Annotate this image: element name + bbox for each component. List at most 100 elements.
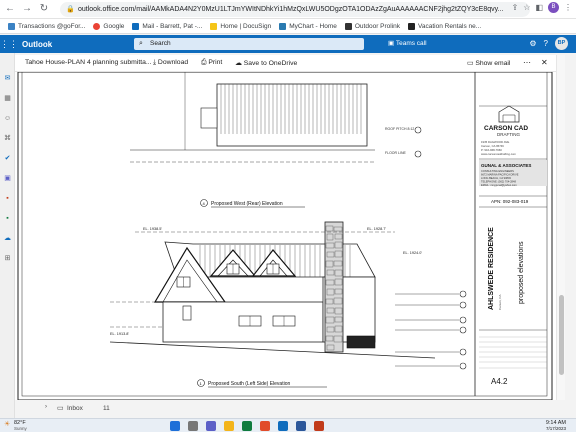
windows-start-icon[interactable]	[170, 421, 180, 431]
engineer-name: GUNAL & ASSOCIATES	[481, 163, 531, 168]
search-input[interactable]: ⌕ Search	[134, 38, 364, 50]
lock-icon: 🔒	[66, 6, 75, 13]
sheet-number: A4.2	[491, 377, 508, 386]
left-rail: ✉ ▦ ☺ ⌘ ✔ ▣ ▪ ▪ ☁ ⊞	[0, 53, 15, 432]
help-icon[interactable]: ?	[544, 39, 548, 48]
svg-text:FLOOR LINE: FLOOR LINE	[385, 151, 406, 155]
share-icon[interactable]: ⇪	[512, 3, 519, 12]
avatar[interactable]: BP	[555, 37, 568, 50]
elevation-mid: EL. 1924.0'	[403, 251, 422, 255]
bookmarks-bar: Transactions @goFor... Google Mail - Bar…	[0, 19, 576, 34]
chevron-right-icon[interactable]: ›	[45, 404, 47, 410]
bookmark-item[interactable]: MyChart - Home	[279, 22, 337, 30]
vacation-icon	[408, 22, 416, 30]
browser-toolbar: ← → ↻ 🔒 outlook.office.com/mail/AAMkADA4…	[0, 0, 576, 19]
show-email-button[interactable]: ▭ Show email	[467, 59, 510, 67]
extensions-icon[interactable]: ◧	[535, 3, 543, 12]
reload-icon[interactable]: ↻	[37, 2, 51, 16]
document-scrollbar[interactable]	[556, 55, 565, 400]
weather-desc: Sunny	[14, 426, 27, 431]
save-onedrive-button[interactable]: ☁ Save to OneDrive	[235, 59, 297, 67]
app-launcher-icon[interactable]: ⋮⋮	[0, 39, 18, 50]
architectural-drawing: ROOF PITCH 8:12 FLOOR LINE 4 Proposed We…	[17, 72, 553, 400]
todo-icon[interactable]: ✔	[4, 155, 11, 162]
search-taskbar-icon[interactable]	[188, 421, 198, 431]
windows-taskbar: ☀ 82°F Sunny 9:14 AM 7/17/2023	[0, 418, 576, 432]
clock-date: 7/17/2023	[545, 426, 566, 431]
project-name: AHLSWEDE RESIDENCE	[488, 227, 495, 310]
excel-taskbar-icon[interactable]	[242, 421, 252, 431]
bookmark-item[interactable]: Transactions @goFor...	[8, 22, 86, 30]
bookmark-label: Transactions @goFor...	[18, 22, 86, 30]
download-label: Download	[157, 59, 189, 66]
elevation-low: EL. 1913.8'	[110, 332, 129, 336]
inbox-count: 11	[103, 405, 110, 412]
svg-text:CONSULTING ENGINEERS: CONSULTING ENGINEERS	[481, 169, 514, 173]
outlook-header: ⋮⋮ Outlook ⌕ Search ▣ Teams call ⚙ ? BP	[0, 35, 576, 53]
close-icon[interactable]: ✕	[541, 58, 548, 67]
address-bar[interactable]: 🔒 outlook.office.com/mail/AAMkADA4N2Y0Mz…	[60, 2, 530, 17]
svg-text:LONG BEACH, CA 90803: LONG BEACH, CA 90803	[481, 176, 511, 180]
print-label: Print	[208, 59, 223, 66]
bookmark-item[interactable]: Mail - Barrett, Pat -...	[132, 22, 202, 30]
print-button[interactable]: ⎙ Print	[201, 59, 222, 67]
gear-icon[interactable]: ⚙	[529, 39, 536, 48]
explorer-icon[interactable]	[224, 421, 234, 431]
document-preview: ROOF PITCH 8:12 FLOOR LINE 4 Proposed We…	[15, 72, 556, 400]
scroll-thumb[interactable]	[559, 295, 564, 375]
word-icon[interactable]: ▪	[4, 195, 11, 202]
bookmark-icon	[8, 22, 15, 30]
bookmark-item[interactable]: Home | DocuSign	[210, 22, 272, 30]
chrome-menu-icon[interactable]: ⋮	[564, 3, 572, 12]
show-email-label: Show email	[475, 60, 511, 67]
prolink-icon	[344, 22, 352, 30]
powerpoint-taskbar-icon[interactable]	[314, 421, 324, 431]
elevation-top: EL. 1938.5'	[143, 227, 162, 231]
attachment-viewer-toolbar: Tahoe House-PLAN 4 planning submitta... …	[15, 55, 556, 72]
attachment-filename: Tahoe House-PLAN 4 planning submitta...	[25, 59, 152, 66]
google-icon	[93, 22, 101, 30]
inbox-icon: ▭	[57, 405, 64, 412]
apn: APN: 092-083-019	[491, 199, 529, 204]
teams-icon[interactable]: ▣	[4, 175, 11, 182]
elevation-ridge: EL. 1928.7'	[367, 227, 386, 231]
docusign-icon	[210, 22, 218, 30]
app-title: Outlook	[22, 39, 53, 49]
svg-text:6672 MARINA PACIFICA DRIVE: 6672 MARINA PACIFICA DRIVE	[481, 173, 519, 177]
forward-icon[interactable]: →	[20, 2, 34, 16]
back-icon[interactable]: ←	[3, 2, 17, 16]
bookmark-item[interactable]: Vacation Rentals ne...	[408, 22, 482, 30]
weather-icon: ☀	[4, 421, 11, 428]
bookmark-label: Home | DocuSign	[220, 22, 272, 30]
sheet-title: proposed elevations	[518, 241, 525, 304]
download-button[interactable]: ⤓ Download	[153, 59, 188, 67]
svg-text:www.carsoncaddrafting.com: www.carsoncaddrafting.com	[481, 152, 517, 156]
firm-sub: DRAFTING	[497, 132, 520, 137]
bookmark-item[interactable]: Outdoor Prolink	[344, 22, 401, 30]
west-elevation-title: Proposed West (Rear) Elevation	[211, 201, 283, 207]
bookmark-label: Vacation Rentals ne...	[418, 22, 482, 30]
svg-text:EMAIL: mnygunal@yahoo.com: EMAIL: mnygunal@yahoo.com	[481, 183, 517, 187]
word-taskbar-icon[interactable]	[296, 421, 306, 431]
bookmark-label: Outdoor Prolink	[354, 22, 401, 30]
calendar-icon[interactable]: ▦	[4, 95, 11, 102]
folder-inbox[interactable]: Inbox	[67, 405, 83, 412]
apps-icon[interactable]: ⊞	[4, 255, 11, 262]
excel-icon[interactable]: ▪	[4, 215, 11, 222]
svg-text:Carson, CA: Carson, CA	[498, 294, 502, 310]
attach-icon[interactable]: ⌘	[4, 135, 11, 142]
profile-avatar[interactable]: B	[548, 2, 559, 13]
star-icon[interactable]: ☆	[523, 3, 530, 12]
outlook-taskbar-icon[interactable]	[278, 421, 288, 431]
bookmark-item[interactable]: Google	[93, 22, 125, 30]
svg-text:TELEPHONE: (562) 704-2848: TELEPHONE: (562) 704-2848	[481, 180, 516, 184]
bookmark-label: Google	[103, 22, 125, 30]
people-icon[interactable]: ☺	[4, 115, 11, 122]
folder-list-peek: › ▭ Inbox 11	[15, 400, 556, 418]
mail-icon[interactable]: ✉	[4, 75, 11, 82]
chrome-taskbar-icon[interactable]	[260, 421, 270, 431]
teams-taskbar-icon[interactable]	[206, 421, 216, 431]
teams-call-button[interactable]: ▣ Teams call	[388, 39, 427, 47]
onedrive-icon[interactable]: ☁	[4, 235, 11, 242]
ellipsis-icon[interactable]: ⋯	[523, 58, 531, 67]
